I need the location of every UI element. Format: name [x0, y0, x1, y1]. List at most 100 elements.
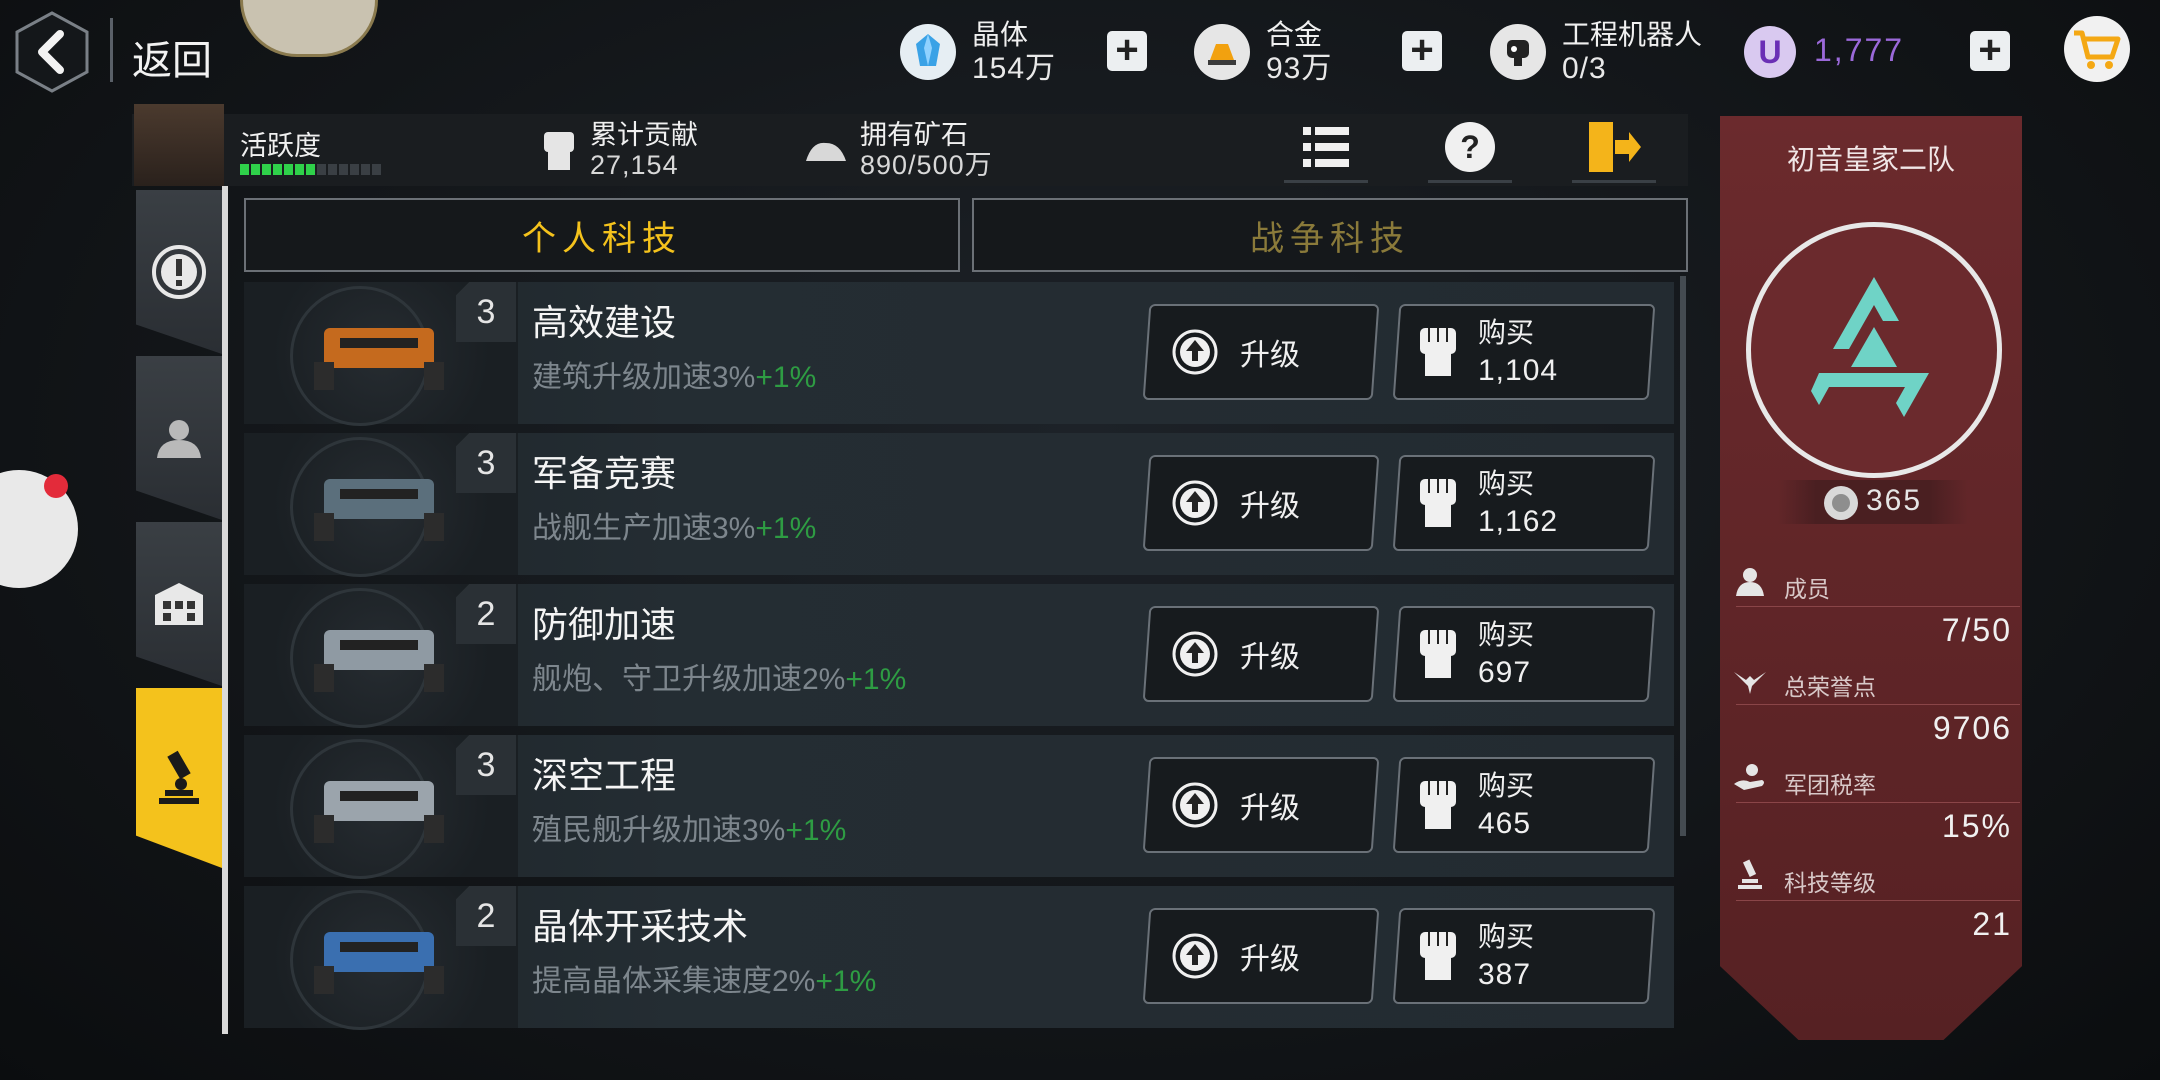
tech-row[interactable]: 2 晶体开采技术 提高晶体采集速度2%+1% 升级 购买 387: [244, 886, 1674, 1030]
tech-level: 3: [456, 433, 516, 493]
exit-button[interactable]: [1572, 114, 1656, 183]
contribution-stat: 累计贡献 27,154: [540, 120, 698, 180]
upgrade-label: 升级: [1240, 792, 1300, 825]
help-button[interactable]: ?: [1428, 114, 1512, 183]
microscope-icon: [159, 750, 199, 804]
tech-effect: 舰炮、守卫升级加速2%: [532, 663, 846, 696]
member-icon: [1736, 568, 1764, 596]
add-crystal-button[interactable]: +: [1107, 30, 1147, 71]
tech-bonus: +1%: [845, 663, 907, 696]
upgrade-arrow-icon: [1172, 329, 1218, 375]
divider: [1736, 606, 2020, 607]
tech-row[interactable]: 3 军备竞赛 战舰生产加速3%+1% 升级 购买 1,162: [244, 433, 1674, 577]
buy-button[interactable]: 购买 387: [1392, 908, 1656, 1004]
tab-personal-tech[interactable]: 个人科技: [244, 198, 960, 272]
upgrade-button[interactable]: 升级: [1142, 908, 1380, 1004]
guild-points: 365: [1866, 484, 1923, 517]
guild-name: 初音皇家二队: [1786, 144, 1955, 175]
commander-avatar[interactable]: [134, 104, 224, 186]
tech-description: 舰炮、守卫升级加速2%+1%: [532, 654, 906, 698]
fist-icon: [1420, 932, 1456, 980]
upgrade-button[interactable]: 升级: [1142, 757, 1380, 853]
fist-icon: [1420, 630, 1456, 678]
exit-door-icon: [1589, 122, 1641, 172]
back-divider: [110, 18, 113, 82]
tech-bonus: +1%: [785, 814, 847, 847]
tech-description: 提高晶体采集速度2%+1%: [532, 956, 876, 1000]
cart-icon: [2074, 30, 2121, 69]
activity-label: 活跃度: [240, 131, 321, 161]
alloy-resource: 合金 93万: [1194, 12, 1332, 92]
buy-price: 465: [1478, 807, 1532, 840]
question-icon: ?: [1445, 122, 1495, 172]
buy-button[interactable]: 购买 697: [1392, 606, 1656, 702]
activity-segment: [339, 164, 348, 175]
activity-segment: [295, 164, 304, 175]
guild-tax-label: 军团税率: [1784, 772, 1876, 798]
activity-segment: [317, 164, 326, 175]
top-avatar[interactable]: [240, 0, 378, 57]
triangle-emblem-icon: [1811, 277, 1929, 417]
guild-tech-label: 科技等级: [1784, 870, 1876, 896]
tech-row[interactable]: 2 防御加速 舰炮、守卫升级加速2%+1% 升级 购买 697: [244, 584, 1674, 728]
tab-buildings[interactable]: [136, 522, 222, 686]
tech-effect: 殖民舰升级加速3%: [532, 814, 786, 847]
crystal-icon: [900, 24, 956, 80]
divider: [1736, 900, 2020, 901]
tech-model-icon: [314, 932, 444, 994]
add-currency-button[interactable]: +: [1970, 30, 2010, 71]
activity-segment: [251, 164, 260, 175]
back-arrow-icon: [15, 11, 89, 93]
guild-emblem[interactable]: [1746, 222, 2002, 478]
guild-honor-value: 9706: [1932, 710, 2012, 746]
list-icon: [1303, 127, 1349, 167]
notification-dot: [44, 474, 68, 498]
svg-text:?: ?: [1460, 129, 1480, 165]
tech-title: 深空工程: [532, 755, 677, 796]
crystal-label: 晶体: [972, 19, 1029, 50]
alert-icon: [152, 245, 206, 299]
upgrade-arrow-icon: [1172, 480, 1218, 526]
buy-button[interactable]: 购买 1,162: [1392, 455, 1656, 551]
list-button[interactable]: [1284, 114, 1368, 183]
back-label[interactable]: 返回: [132, 28, 212, 86]
robot-icon: [1490, 24, 1546, 80]
tech-effect: 战舰生产加速3%: [532, 512, 756, 545]
tab-alert[interactable]: [136, 190, 222, 354]
buy-label: 购买: [1478, 770, 1535, 801]
upgrade-button[interactable]: 升级: [1142, 455, 1380, 551]
alloy-value: 93万: [1266, 52, 1333, 85]
activity-segment: [328, 164, 337, 175]
tab-technology[interactable]: [136, 688, 222, 868]
wings-icon: [1734, 672, 1766, 694]
tech-row[interactable]: 3 深空工程 殖民舰升级加速3%+1% 升级 购买 465: [244, 735, 1674, 879]
tech-row[interactable]: 3 高效建设 建筑升级加速3%+1% 升级 购买 1,104: [244, 282, 1674, 426]
honor-medal-icon: [1824, 486, 1858, 520]
shop-cart-button[interactable]: [2064, 16, 2130, 82]
buy-label: 购买: [1478, 468, 1535, 499]
microscope-small-icon: [1738, 859, 1762, 889]
upgrade-button[interactable]: 升级: [1142, 606, 1380, 702]
ore-label: 拥有矿石: [860, 120, 968, 150]
add-alloy-button[interactable]: +: [1402, 30, 1442, 71]
buy-button[interactable]: 购买 1,104: [1392, 304, 1656, 400]
currency-value: 1,777: [1814, 32, 1905, 68]
guild-honor-label: 总荣誉点: [1784, 674, 1876, 700]
guild-members-value: 7/50: [1941, 612, 2012, 648]
tech-title: 防御加速: [532, 604, 677, 645]
scrollbar[interactable]: [1680, 276, 1686, 836]
buy-price: 387: [1478, 958, 1532, 991]
divider: [1736, 802, 2020, 803]
tech-level: 3: [456, 282, 516, 342]
fist-icon: [544, 132, 574, 170]
tab-war-tech[interactable]: 战争科技: [972, 198, 1688, 272]
tax-hand-icon: [1734, 764, 1764, 790]
buy-button[interactable]: 购买 465: [1392, 757, 1656, 853]
upgrade-button[interactable]: 升级: [1142, 304, 1380, 400]
activity-bar: [240, 164, 381, 175]
tab-members[interactable]: [136, 356, 222, 520]
guild-members-label: 成员: [1784, 576, 1830, 602]
back-button[interactable]: [14, 10, 90, 94]
activity-segment: [350, 164, 359, 175]
guild-tech-value: 21: [1972, 906, 2012, 942]
